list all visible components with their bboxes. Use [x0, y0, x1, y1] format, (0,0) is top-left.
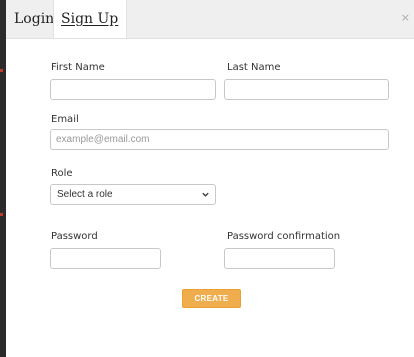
- first-name-label: First Name: [51, 62, 105, 73]
- password-confirmation-field[interactable]: [224, 248, 335, 269]
- signup-modal: Login Sign Up × First Name Last Name Ema…: [6, 0, 414, 357]
- close-icon[interactable]: ×: [401, 12, 410, 23]
- tab-signup[interactable]: Sign Up: [53, 0, 127, 38]
- tab-bar: Login Sign Up ×: [6, 0, 414, 39]
- password-confirmation-label: Password confirmation: [227, 231, 341, 242]
- email-field[interactable]: [50, 129, 389, 150]
- role-label: Role: [51, 168, 73, 179]
- role-select-value: Select a role: [57, 189, 113, 200]
- chevron-down-icon: [202, 192, 209, 197]
- last-name-field[interactable]: [224, 79, 389, 100]
- role-select[interactable]: Select a role: [50, 184, 216, 205]
- backdrop-marker: [0, 213, 3, 216]
- tab-login[interactable]: Login: [14, 0, 54, 38]
- last-name-label: Last Name: [227, 62, 281, 73]
- password-field[interactable]: [50, 248, 161, 269]
- password-label: Password: [51, 231, 98, 242]
- first-name-field[interactable]: [50, 79, 216, 100]
- email-label: Email: [51, 114, 79, 125]
- backdrop-marker: [0, 69, 3, 72]
- create-button[interactable]: CREATE: [182, 289, 241, 308]
